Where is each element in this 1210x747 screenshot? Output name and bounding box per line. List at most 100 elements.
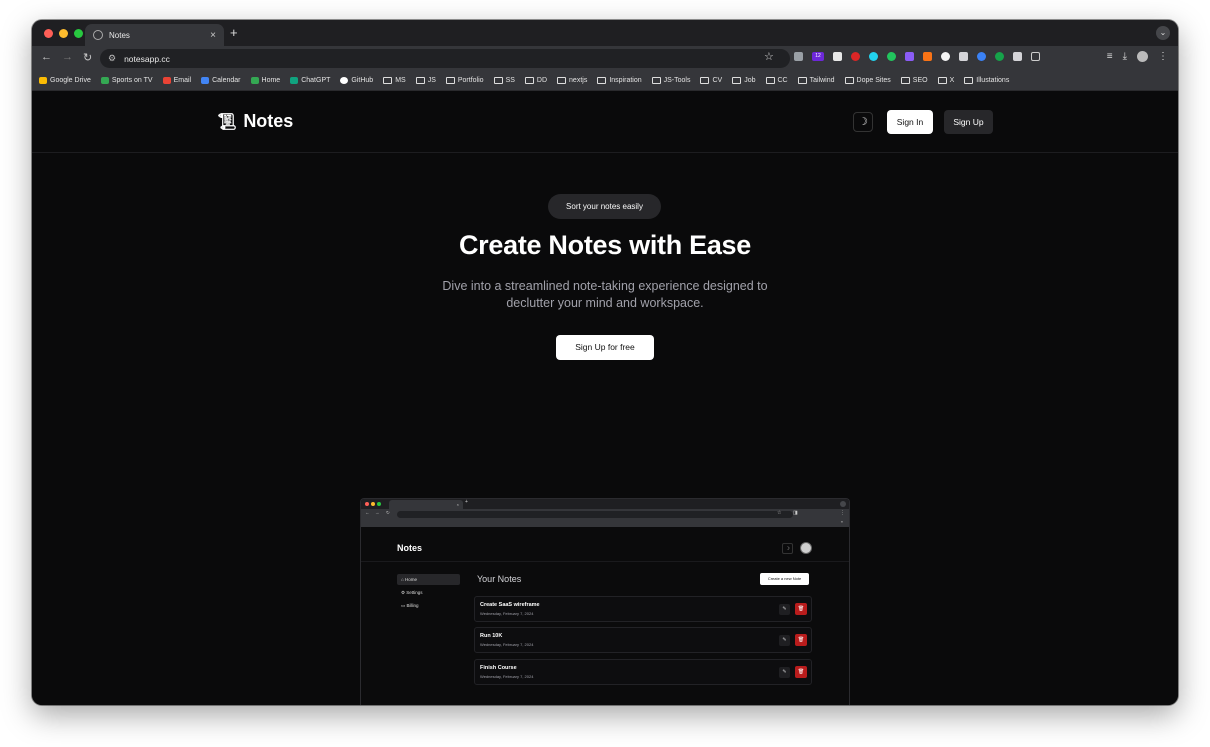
preview-new-tab-icon: +	[465, 499, 468, 505]
address-bar[interactable]: ⚙ notesapp.cc	[100, 49, 790, 68]
toolbar-right: ≡ ⤓ ⋮	[1107, 51, 1168, 62]
tab-close-icon[interactable]: ×	[210, 30, 216, 41]
site-settings-icon[interactable]: ⚙	[108, 53, 116, 64]
bookmark-item[interactable]: nextjs	[557, 77, 587, 84]
reading-list-icon[interactable]: ≡	[1107, 51, 1113, 62]
theme-toggle-moon-icon[interactable]: ☽	[853, 112, 873, 132]
extension-badge-icon[interactable]: 12	[812, 52, 824, 61]
bookmark-item[interactable]: GitHub	[340, 77, 373, 84]
folder-icon	[900, 77, 910, 84]
bookmark-item[interactable]: DD	[524, 77, 547, 84]
bookmark-item[interactable]: Illustations	[964, 77, 1009, 84]
bookmark-favicon-icon	[290, 77, 299, 84]
bookmark-item[interactable]: Dope Sites	[844, 77, 891, 84]
bookmark-favicon-icon	[39, 77, 47, 84]
bookmark-item[interactable]: CV	[700, 77, 722, 84]
extension-icon[interactable]	[794, 52, 803, 61]
bookmark-item[interactable]: Job	[732, 77, 756, 84]
tab-title: Notes	[109, 30, 130, 40]
bookmark-label: GitHub	[351, 77, 374, 84]
new-tab-button[interactable]: +	[230, 25, 238, 40]
bookmark-item[interactable]: ChatGPT	[290, 77, 330, 84]
bookmark-label: Home	[261, 77, 281, 84]
bookmark-favicon-icon	[201, 77, 210, 84]
extension-icon[interactable]	[851, 52, 860, 61]
hero-title: Create Notes with Ease	[458, 230, 751, 260]
bookmark-label: Sports on TV	[111, 77, 153, 84]
extension-icon[interactable]	[887, 52, 896, 61]
extension-icon[interactable]	[833, 52, 842, 61]
logo-text: Notes	[243, 111, 294, 131]
window-controls	[44, 29, 83, 38]
folder-icon	[797, 77, 807, 84]
folder-icon	[597, 77, 607, 84]
preview-tab: ×	[389, 500, 463, 509]
tab-strip: Notes × + ⌄	[32, 20, 1178, 46]
tab-search-chevron-icon[interactable]: ⌄	[1156, 26, 1170, 40]
sign-up-button[interactable]: Sign Up	[944, 110, 993, 134]
folder-icon	[524, 77, 534, 84]
preview-nav-billing: ▭ Billing	[401, 603, 419, 608]
bookmark-item[interactable]: Inspiration	[597, 77, 642, 84]
browser-toolbar: ← → ↻ ⚙ notesapp.cc ☆ 12 ≡ ⤓ ⋮	[32, 46, 1178, 71]
bookmark-item[interactable]: Google Drive	[39, 77, 91, 84]
maximize-window-button[interactable]	[74, 29, 83, 38]
browser-tab[interactable]: Notes ×	[85, 24, 224, 46]
site-header: 📜︎ Notes ☽ Sign In Sign Up	[32, 91, 1178, 153]
back-arrow-icon[interactable]: ←	[41, 51, 52, 63]
forward-arrow-icon[interactable]: →	[62, 51, 73, 63]
grammarly-icon[interactable]	[995, 52, 1004, 61]
preview-nav-settings: ⚙ Settings	[401, 590, 423, 595]
metamask-icon[interactable]	[923, 52, 932, 61]
bookmark-item[interactable]: Home	[250, 77, 281, 84]
site-logo[interactable]: 📜︎ Notes	[217, 111, 293, 132]
extension-icon[interactable]	[959, 52, 968, 61]
bookmark-label: ChatGPT	[301, 77, 331, 84]
bookmark-label: Illustations	[976, 77, 1010, 84]
sign-in-button[interactable]: Sign In	[887, 110, 933, 134]
preview-edit-icon: ✎	[779, 604, 790, 615]
menu-dots-icon[interactable]: ⋮	[1158, 51, 1168, 62]
folder-icon	[700, 77, 710, 84]
react-devtools-icon[interactable]	[869, 52, 878, 61]
bookmark-item[interactable]: Calendar	[201, 77, 241, 84]
camera-icon[interactable]	[1013, 52, 1022, 61]
bookmark-item[interactable]: X	[937, 77, 955, 84]
bookmark-item[interactable]: SEO	[900, 77, 928, 84]
folder-icon	[557, 77, 567, 84]
bookmark-item[interactable]: Email	[162, 77, 191, 84]
download-icon[interactable]: ⤓	[1123, 51, 1127, 62]
bookmark-favicon-icon	[250, 77, 259, 84]
bookmark-label: Dope Sites	[856, 77, 891, 84]
bookmark-item[interactable]: CC	[765, 77, 788, 84]
folder-icon	[844, 77, 854, 84]
close-window-button[interactable]	[44, 29, 53, 38]
bookmark-item[interactable]: Portfolio	[445, 77, 484, 84]
url-text: notesapp.cc	[124, 53, 170, 64]
bookmark-star-icon[interactable]: ☆	[764, 50, 774, 63]
preview-note-card: Finish Course Wednesday, February 7, 202…	[474, 659, 812, 685]
sign-up-free-button[interactable]: Sign Up for free	[556, 335, 654, 360]
reload-icon[interactable]: ↻	[83, 51, 92, 64]
bookmark-label: SS	[505, 77, 515, 84]
profile-avatar-icon[interactable]	[1137, 51, 1148, 62]
minimize-window-button[interactable]	[59, 29, 68, 38]
bookmark-item[interactable]: MS	[383, 77, 406, 84]
extensions-puzzle-icon[interactable]	[1031, 52, 1040, 61]
bookmark-item[interactable]: SS	[493, 77, 515, 84]
folder-icon	[383, 77, 393, 84]
bookmark-item[interactable]: JS	[415, 77, 436, 84]
extension-icon[interactable]	[905, 52, 914, 61]
site-favicon-icon	[93, 30, 103, 40]
web-page: 📜︎ Notes ☽ Sign In Sign Up Sort your not…	[32, 91, 1178, 705]
extension-icon[interactable]	[977, 52, 986, 61]
bookmark-label: X	[949, 77, 955, 84]
bookmark-item[interactable]: Tailwind	[797, 77, 835, 84]
folder-icon	[445, 77, 455, 84]
bookmark-item[interactable]: JS-Tools	[651, 77, 690, 84]
preview-create-note-button: Create a new Note	[760, 573, 809, 585]
preview-star-icon: ☆	[777, 510, 782, 516]
bookmark-item[interactable]: Sports on TV	[100, 77, 153, 84]
extension-icon[interactable]	[941, 52, 950, 61]
folder-icon	[964, 77, 974, 84]
